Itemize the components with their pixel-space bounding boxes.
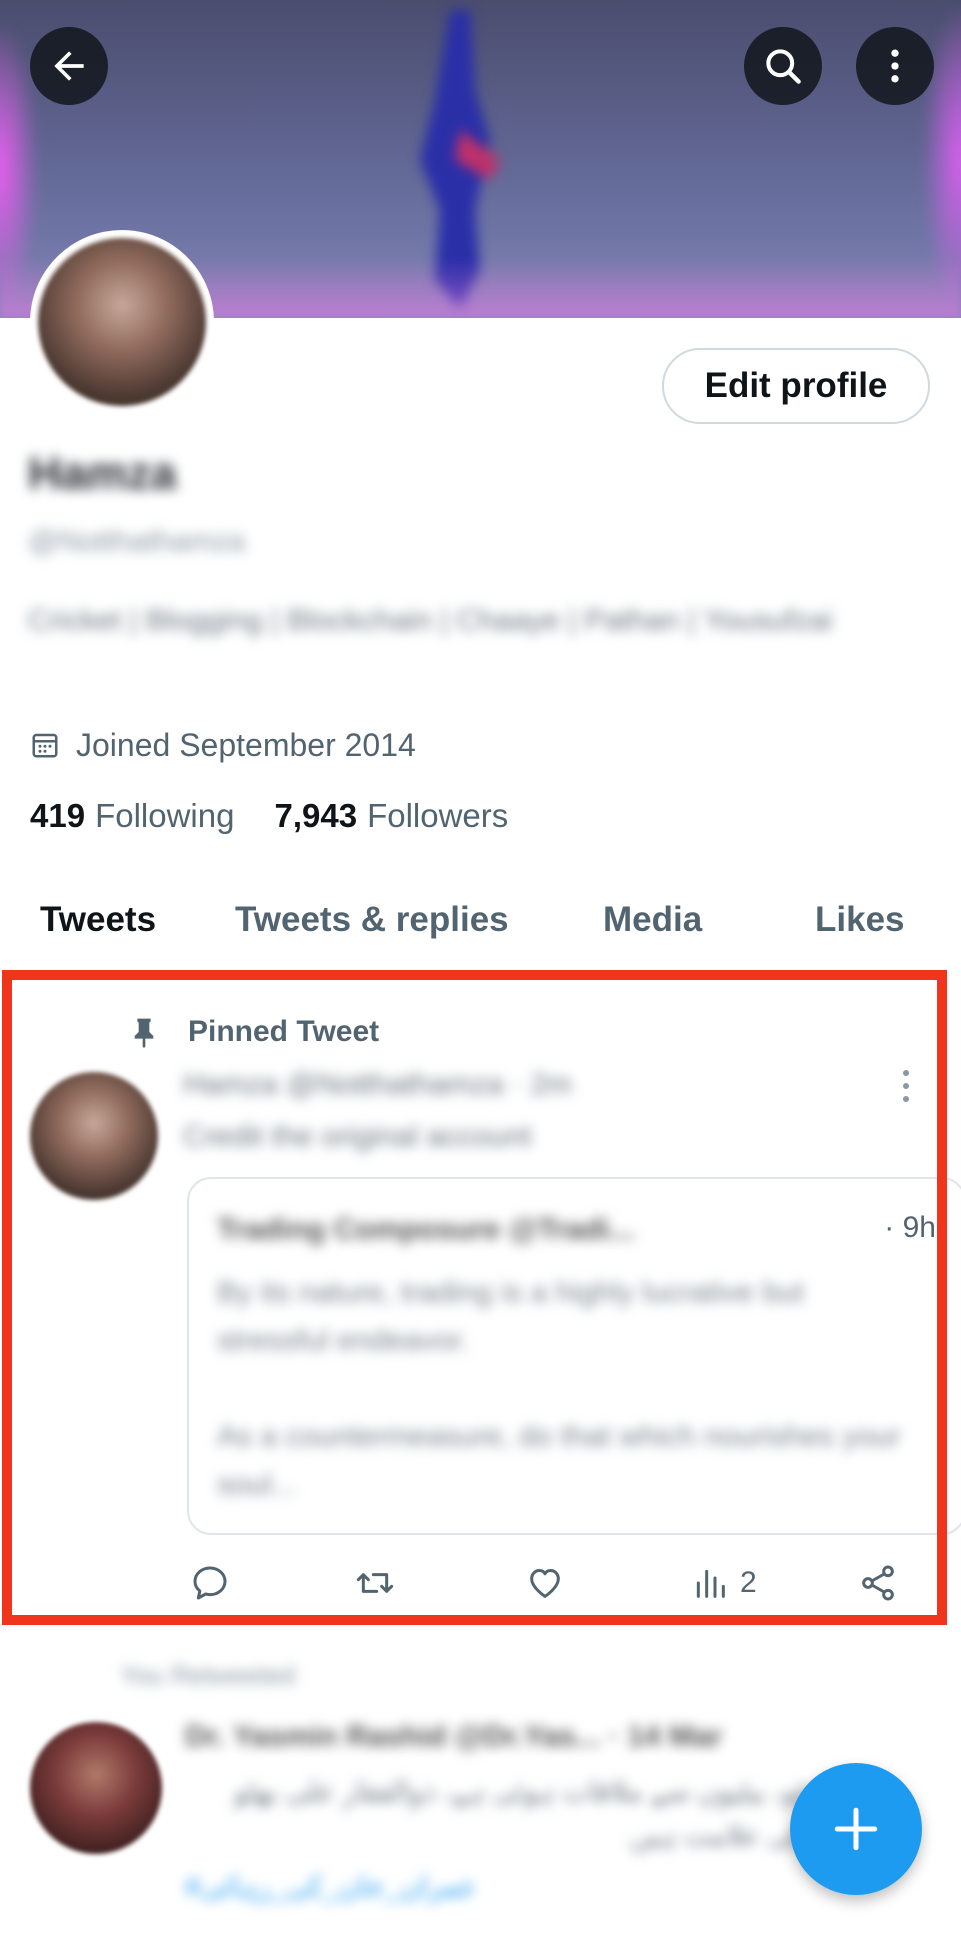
tab-tweets[interactable]: Tweets <box>40 900 156 940</box>
highlight-box <box>2 970 947 1625</box>
compose-tweet-button[interactable] <box>790 1763 922 1895</box>
retweet-author-avatar[interactable] <box>30 1722 162 1854</box>
profile-bio: Cricket | Blogging | Blockchain | Chaaye… <box>28 604 833 637</box>
retweet-hashtag[interactable]: #عمران_خان_کی_رہائی <box>185 1870 477 1903</box>
tab-media[interactable]: Media <box>603 900 702 940</box>
profile-handle: @Notthathamza <box>28 525 246 558</box>
more-vertical-icon <box>891 49 899 83</box>
tab-likes[interactable]: Likes <box>815 900 905 940</box>
profile-name: Hamza <box>28 447 177 499</box>
followers-count: 7,943 <box>274 797 358 834</box>
retweet-text: میرے بیٹو، بیٹیوں سے ملاقات ہوئی ہے، ذوا… <box>234 1776 885 1851</box>
avatar-image <box>38 238 206 406</box>
tab-tweets-replies[interactable]: Tweets & replies <box>235 900 509 940</box>
profile-avatar[interactable] <box>30 230 214 414</box>
calendar-icon <box>32 733 58 758</box>
follow-stats: 419 Following 7,943 Followers <box>30 797 508 835</box>
profile-tabs: Tweets Tweets & replies Media Likes <box>0 900 961 968</box>
followers-label: Followers <box>367 797 509 834</box>
following-count: 419 <box>30 797 86 834</box>
joined-text: Joined September 2014 <box>76 726 416 763</box>
arrow-left-icon <box>54 51 84 81</box>
search-icon <box>766 49 801 84</box>
edit-profile-button[interactable]: Edit profile <box>662 348 930 424</box>
more-options-button[interactable] <box>856 27 934 105</box>
joined-date: Joined September 2014 <box>30 724 416 766</box>
retweet-indicator: You Retweeted <box>120 1660 296 1690</box>
plus-icon <box>834 1807 878 1851</box>
following-label: Following <box>95 797 235 834</box>
back-button[interactable] <box>30 27 108 105</box>
retweet-header: Dr. Yasmin Rashid @Dr.Yas... · 14 Mar <box>185 1720 723 1753</box>
followers-link[interactable]: 7,943 Followers <box>274 797 508 835</box>
search-button[interactable] <box>744 27 822 105</box>
following-link[interactable]: 419 Following <box>30 797 234 835</box>
